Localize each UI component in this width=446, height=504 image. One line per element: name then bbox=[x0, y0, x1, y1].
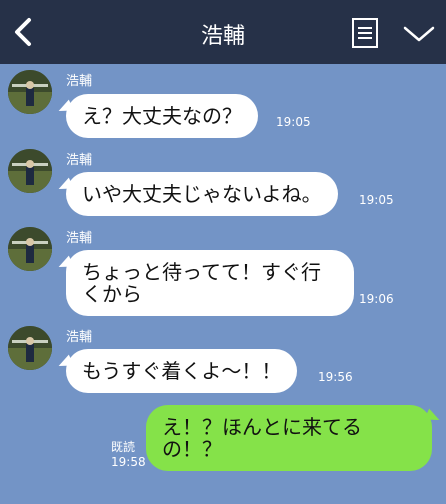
message-time: 19:06 bbox=[359, 292, 394, 306]
avatar[interactable] bbox=[8, 70, 52, 114]
avatar-photo-icon bbox=[8, 70, 52, 114]
message-bubble[interactable]: え？大丈夫なの？ bbox=[66, 94, 258, 138]
sender-name: 浩輔 bbox=[66, 231, 93, 246]
avatar[interactable] bbox=[8, 326, 52, 370]
avatar-photo-icon bbox=[8, 227, 52, 271]
outgoing-message-bubble[interactable]: え！？ほんとに来てるの！？ bbox=[146, 405, 432, 471]
note-menu-button[interactable] bbox=[350, 16, 380, 50]
message-time: 19:05 bbox=[276, 115, 311, 129]
expand-menu-button[interactable] bbox=[402, 22, 436, 46]
message-time: 19:05 bbox=[359, 193, 394, 207]
sender-name: 浩輔 bbox=[66, 74, 93, 89]
read-receipt: 既読 19:58 bbox=[111, 440, 146, 470]
message-bubble[interactable]: いや大丈夫じゃないよね。 bbox=[66, 172, 338, 216]
chevron-down-icon bbox=[403, 26, 435, 42]
sender-name: 浩輔 bbox=[66, 153, 93, 168]
avatar-photo-icon bbox=[8, 149, 52, 193]
message-time: 19:56 bbox=[318, 370, 353, 384]
avatar[interactable] bbox=[8, 149, 52, 193]
note-icon bbox=[352, 18, 378, 48]
read-label: 既読 bbox=[111, 440, 136, 454]
message-bubble[interactable]: もうすぐ着くよ〜！！ bbox=[66, 349, 298, 393]
avatar[interactable] bbox=[8, 227, 52, 271]
avatar-photo-icon bbox=[8, 326, 52, 370]
message-time: 19:58 bbox=[111, 455, 146, 469]
message-bubble[interactable]: ちょっと待ってて！すぐ行くから bbox=[66, 250, 354, 316]
sender-name: 浩輔 bbox=[66, 330, 93, 345]
chat-header: 浩輔 bbox=[0, 0, 446, 64]
